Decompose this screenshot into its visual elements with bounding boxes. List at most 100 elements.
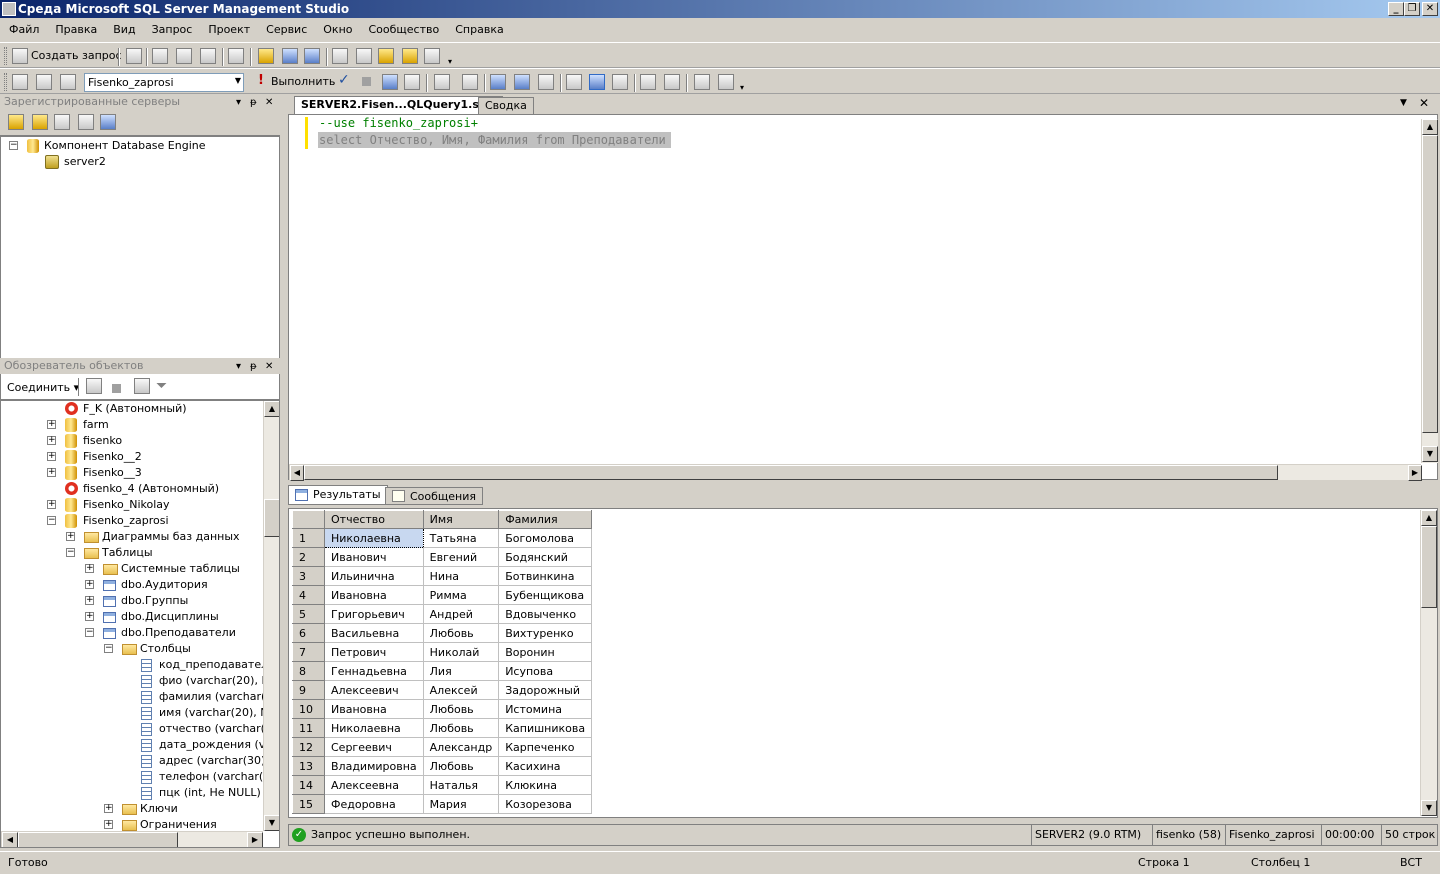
specify-values-icon[interactable] xyxy=(434,74,450,90)
row-number[interactable]: 6 xyxy=(292,623,325,643)
toolbar-grip[interactable] xyxy=(4,73,7,91)
collapse-icon[interactable]: − xyxy=(104,644,113,653)
tree-vertical-scrollbar[interactable]: ▲ ▼ xyxy=(263,401,279,831)
tab-messages[interactable]: Сообщения xyxy=(385,487,484,505)
expand-icon[interactable]: + xyxy=(47,468,56,477)
scroll-up-icon[interactable]: ▲ xyxy=(1421,510,1437,526)
intellisense-icon[interactable] xyxy=(462,74,478,90)
table-cell[interactable]: Николаевна xyxy=(324,528,424,548)
row-number[interactable]: 4 xyxy=(292,585,325,605)
menu-help[interactable]: Справка xyxy=(448,19,510,41)
row-number[interactable]: 5 xyxy=(292,604,325,624)
scroll-right-icon[interactable]: ▶ xyxy=(247,832,263,847)
table-cell[interactable]: Алексеевич xyxy=(324,680,424,700)
query-designer-icon[interactable] xyxy=(404,74,420,90)
menu-tools[interactable]: Сервис xyxy=(259,19,314,41)
save-icon[interactable] xyxy=(282,48,298,64)
scroll-up-icon[interactable]: ▲ xyxy=(1422,119,1438,135)
table-cell[interactable]: Богомолова xyxy=(498,528,593,548)
uncomment-icon[interactable] xyxy=(664,74,680,90)
table-cell[interactable]: Клюкина xyxy=(498,775,593,795)
scroll-left-icon[interactable]: ◀ xyxy=(290,465,304,481)
table-cell[interactable]: Петрович xyxy=(324,642,424,662)
save-all-icon[interactable] xyxy=(304,48,320,64)
connect-icon[interactable] xyxy=(12,74,28,90)
row-number[interactable]: 8 xyxy=(292,661,325,681)
display-plan-icon[interactable] xyxy=(382,74,398,90)
collapse-icon[interactable]: − xyxy=(9,141,18,150)
chevron-down-icon[interactable]: ▼ xyxy=(235,76,241,85)
new-query-button[interactable]: Создать запрос xyxy=(31,49,122,62)
table-cell[interactable]: Ивановна xyxy=(324,699,424,719)
column-header[interactable]: Фамилия xyxy=(498,510,593,529)
dropdown-icon[interactable]: ▾ xyxy=(236,95,241,111)
template-explorer-icon[interactable] xyxy=(402,48,418,64)
menu-view[interactable]: Вид xyxy=(106,19,142,41)
decrease-indent-icon[interactable] xyxy=(694,74,710,90)
expand-icon[interactable]: + xyxy=(47,420,56,429)
reporting-services-icon[interactable] xyxy=(54,114,70,130)
scroll-left-icon[interactable]: ◀ xyxy=(2,832,18,847)
new-query-icon[interactable] xyxy=(12,48,28,64)
results-text-icon[interactable] xyxy=(566,74,582,90)
table-cell[interactable]: Задорожный xyxy=(498,680,593,700)
expand-icon[interactable]: + xyxy=(85,580,94,589)
table-cell[interactable]: Федоровна xyxy=(324,794,424,814)
table-cell[interactable]: Козорезова xyxy=(498,794,593,814)
dmx-query-icon[interactable] xyxy=(176,48,192,64)
grid-vertical-scrollbar[interactable]: ▲ ▼ xyxy=(1420,510,1437,816)
mdx-query-icon[interactable] xyxy=(152,48,168,64)
table-cell[interactable]: Андрей xyxy=(423,604,500,624)
summary-icon[interactable] xyxy=(356,48,372,64)
close-icon[interactable]: ✕ xyxy=(265,359,273,375)
row-number[interactable]: 1 xyxy=(292,528,325,548)
tab-list-icon[interactable]: ▼ xyxy=(1400,98,1407,108)
table-cell[interactable]: Любовь xyxy=(423,623,500,643)
table-cell[interactable]: Касихина xyxy=(498,756,593,776)
pin-icon[interactable]: ᵽ xyxy=(250,95,257,111)
row-number[interactable]: 14 xyxy=(292,775,325,795)
table-cell[interactable]: Алексеевна xyxy=(324,775,424,795)
scroll-thumb[interactable] xyxy=(304,465,1278,480)
column-header[interactable]: Имя xyxy=(422,510,500,529)
xmla-query-icon[interactable] xyxy=(200,48,216,64)
table-cell[interactable]: Истомина xyxy=(498,699,593,719)
menu-file[interactable]: Файл xyxy=(2,19,46,41)
results-to-text-icon[interactable] xyxy=(538,74,554,90)
toolbar-overflow-icon[interactable]: ▾ xyxy=(448,57,452,66)
expand-icon[interactable]: + xyxy=(47,436,56,445)
expand-icon[interactable]: + xyxy=(47,500,56,509)
column-header[interactable]: Отчество xyxy=(324,510,424,529)
table-cell[interactable]: Любовь xyxy=(423,699,500,719)
properties-icon[interactable] xyxy=(424,48,440,64)
scroll-down-icon[interactable]: ▼ xyxy=(1421,800,1437,816)
table-cell[interactable]: Римма xyxy=(423,585,500,605)
editor-horizontal-scrollbar[interactable]: ◀ ▶ xyxy=(289,464,1422,481)
row-number[interactable]: 9 xyxy=(292,680,325,700)
app-icon[interactable] xyxy=(2,2,16,16)
row-number[interactable]: 12 xyxy=(292,737,325,757)
table-cell[interactable]: Нина xyxy=(423,566,500,586)
parse-icon[interactable]: ✓ xyxy=(338,72,350,88)
registered-servers-icon[interactable] xyxy=(332,48,348,64)
tab-results[interactable]: Результаты xyxy=(288,485,388,505)
row-number[interactable]: 15 xyxy=(292,794,325,814)
refresh-icon[interactable] xyxy=(134,378,150,394)
results-grid-icon[interactable] xyxy=(589,74,605,90)
table-cell[interactable]: Вдовыченко xyxy=(498,604,593,624)
disconnect-icon[interactable] xyxy=(36,74,52,90)
expand-icon[interactable]: + xyxy=(85,612,94,621)
tab-sql-query[interactable]: SERVER2.Fisen...QLQuery1.sql* xyxy=(294,96,504,114)
menu-query[interactable]: Запрос xyxy=(145,19,200,41)
table-cell[interactable]: Исупова xyxy=(498,661,593,681)
table-cell[interactable]: Бодянский xyxy=(498,547,593,567)
scroll-thumb[interactable] xyxy=(1421,526,1437,608)
expand-icon[interactable]: + xyxy=(85,596,94,605)
toolbar-overflow-icon[interactable]: ▾ xyxy=(740,83,744,92)
database-engine-icon[interactable] xyxy=(8,114,24,130)
table-cell[interactable]: Геннадьевна xyxy=(324,661,424,681)
expand-icon[interactable]: + xyxy=(85,564,94,573)
sqlce-query-icon[interactable] xyxy=(228,48,244,64)
scroll-down-icon[interactable]: ▼ xyxy=(264,815,279,831)
stop-icon[interactable] xyxy=(112,384,121,393)
